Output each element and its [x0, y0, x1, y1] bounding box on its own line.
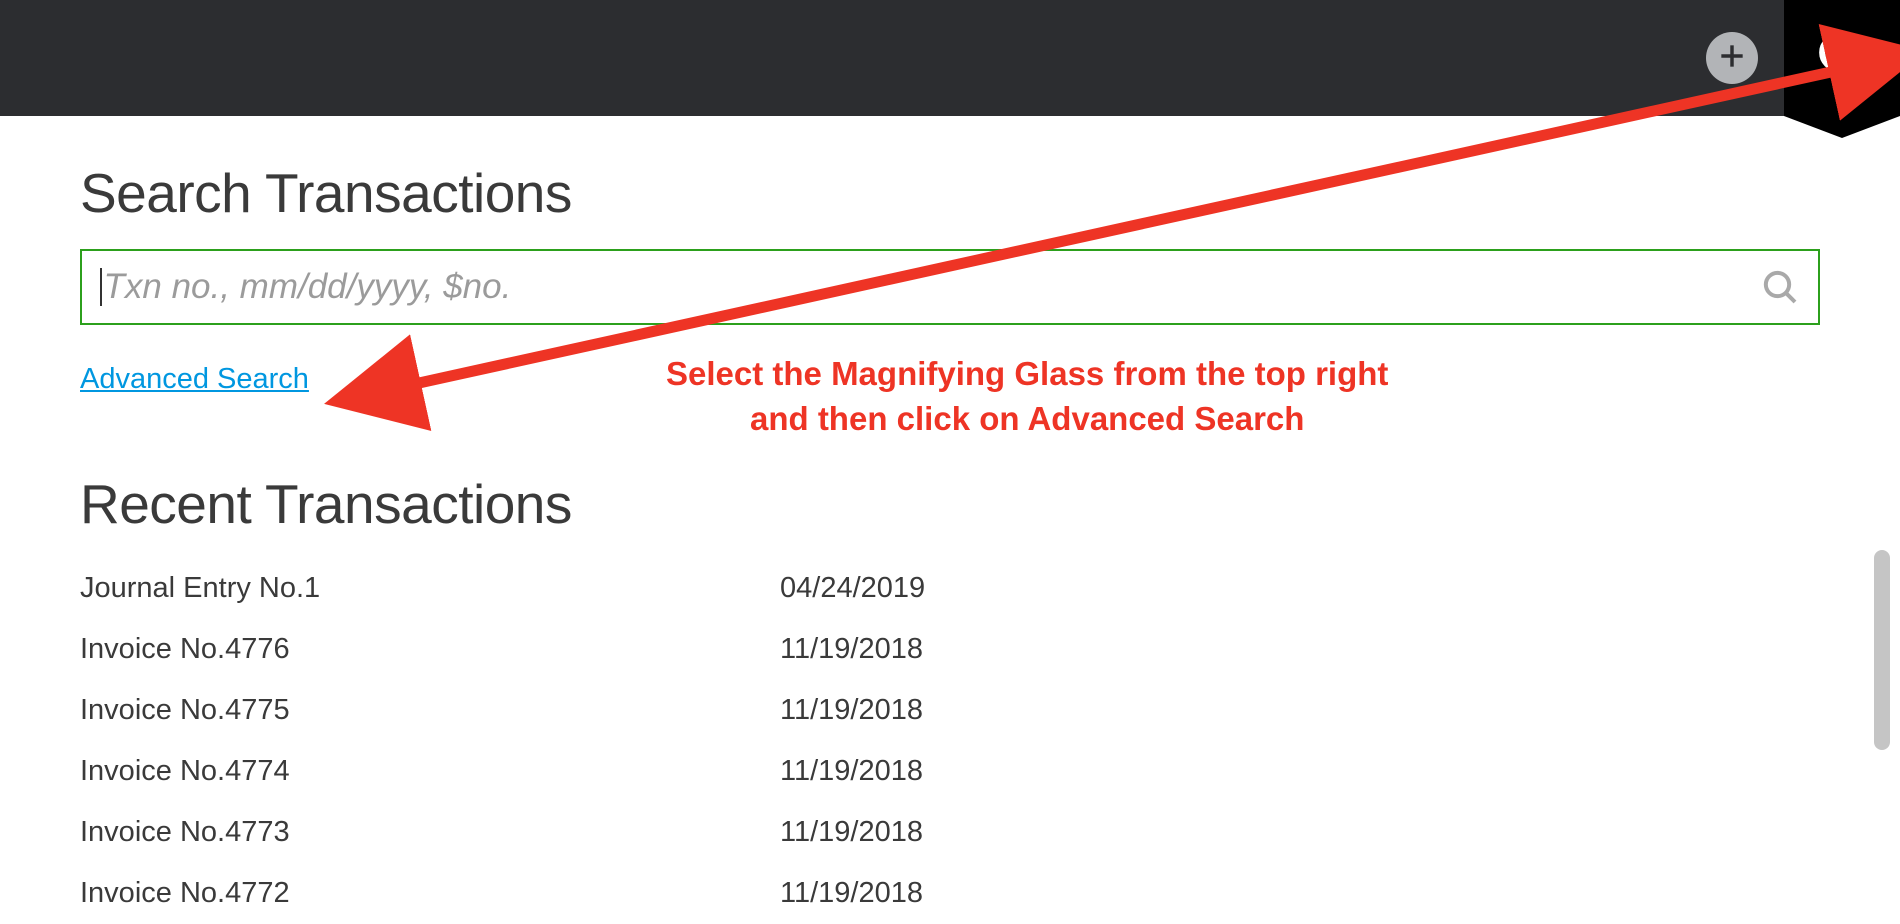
- search-input-icon[interactable]: [1760, 267, 1800, 307]
- table-row[interactable]: Invoice No.4776 11/19/2018: [80, 619, 1820, 680]
- annotation-line1: Select the Magnifying Glass from the top…: [666, 355, 1388, 392]
- txn-name: Invoice No.4772: [80, 877, 780, 910]
- text-cursor: [100, 268, 102, 306]
- txn-name: Journal Entry No.1: [80, 572, 780, 605]
- scrollbar[interactable]: [1874, 550, 1890, 750]
- annotation-line2: and then click on Advanced Search: [750, 400, 1304, 437]
- txn-name: Invoice No.4774: [80, 755, 780, 788]
- search-icon: [1814, 28, 1870, 89]
- txn-date: 04/24/2019: [780, 572, 925, 605]
- table-row[interactable]: Invoice No.4775 11/19/2018: [80, 680, 1820, 741]
- topbar-icons: [1706, 0, 1900, 116]
- table-row[interactable]: Invoice No.4773 11/19/2018: [80, 802, 1820, 863]
- table-row[interactable]: Invoice No.4774 11/19/2018: [80, 741, 1820, 802]
- txn-date: 11/19/2018: [780, 816, 923, 849]
- txn-date: 11/19/2018: [780, 877, 923, 910]
- txn-name: Invoice No.4775: [80, 694, 780, 727]
- search-box[interactable]: [80, 249, 1820, 325]
- annotation-text: Select the Magnifying Glass from the top…: [666, 352, 1388, 441]
- plus-icon: [1716, 40, 1748, 77]
- search-title: Search Transactions: [80, 161, 1820, 225]
- txn-date: 11/19/2018: [780, 755, 923, 788]
- txn-name: Invoice No.4773: [80, 816, 780, 849]
- txn-date: 11/19/2018: [780, 694, 923, 727]
- table-row[interactable]: Journal Entry No.1 04/24/2019: [80, 558, 1820, 619]
- txn-date: 11/19/2018: [780, 633, 923, 666]
- txn-name: Invoice No.4776: [80, 633, 780, 666]
- search-input[interactable]: [104, 267, 1761, 307]
- search-button-top[interactable]: [1784, 0, 1900, 116]
- advanced-search-link[interactable]: Advanced Search: [80, 363, 309, 396]
- recent-title: Recent Transactions: [80, 472, 1820, 536]
- table-row[interactable]: Invoice No.4772 11/19/2018: [80, 863, 1820, 924]
- add-button[interactable]: [1706, 32, 1758, 84]
- topbar: [0, 0, 1900, 116]
- transaction-list: Journal Entry No.1 04/24/2019 Invoice No…: [80, 558, 1820, 924]
- content-area: Search Transactions Advanced Search Rece…: [0, 116, 1900, 924]
